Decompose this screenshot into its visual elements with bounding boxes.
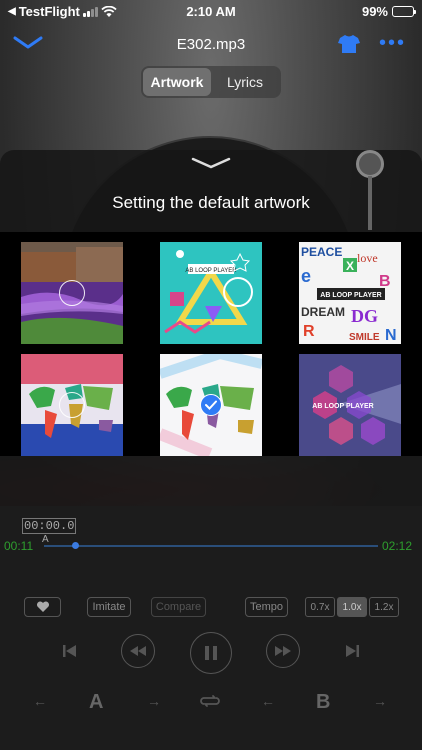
speed-option[interactable]: 1.2x <box>369 597 399 617</box>
svg-text:X: X <box>346 259 354 273</box>
artwork-world-map-dots[interactable] <box>21 354 123 456</box>
tonearm-pivot <box>356 150 384 178</box>
b-point-button[interactable]: B <box>316 691 330 714</box>
svg-text:N: N <box>385 327 397 344</box>
letters-word-peace: PEACE <box>301 245 342 259</box>
artwork-world-map-pastel[interactable] <box>160 354 262 456</box>
segmented-control: Artwork Lyrics <box>141 66 281 98</box>
ab-loop-logo-text: AB LOOP PLAYER <box>185 268 237 274</box>
svg-text:B: B <box>379 273 391 290</box>
loop-icon[interactable] <box>200 694 220 708</box>
speed-selector: 0.7x 1.0x 1.2x <box>305 597 399 617</box>
selected-checkmark-icon <box>200 394 222 416</box>
position-readout[interactable]: 00:00.0 <box>22 518 77 534</box>
svg-text:DG: DG <box>351 306 378 326</box>
b-left-arrow-icon[interactable]: ← <box>261 693 275 709</box>
pause-icon <box>205 646 217 660</box>
nav-bar: E302.mp3 ••• <box>0 28 422 62</box>
pause-button[interactable] <box>190 632 232 674</box>
duration-time: 02:12 <box>381 539 412 553</box>
svg-text:R: R <box>303 323 315 340</box>
rewind-icon <box>130 646 146 656</box>
progress-track[interactable] <box>44 545 378 547</box>
favorite-button[interactable] <box>24 597 61 617</box>
skip-forward-icon[interactable] <box>344 644 360 658</box>
tab-lyrics[interactable]: Lyrics <box>211 68 279 96</box>
fast-forward-icon <box>275 646 291 656</box>
artwork-sheet: Setting the default artwork AB LOOP PLAY… <box>0 150 422 506</box>
sheet-heading: Setting the default artwork <box>112 193 310 212</box>
tab-artwork[interactable]: Artwork <box>143 68 211 96</box>
heart-icon <box>36 601 49 612</box>
shirt-icon[interactable] <box>338 34 360 59</box>
status-bar: ◀ TestFlight 2:10 AM 99% <box>0 0 422 24</box>
rewind-button[interactable] <box>121 634 155 668</box>
svg-text:e: e <box>301 266 311 286</box>
battery-icon <box>392 6 416 17</box>
a-right-arrow-icon[interactable]: → <box>147 693 161 709</box>
letters-word-love: love <box>357 251 378 265</box>
sheet-dismiss-chevron-icon[interactable] <box>191 156 231 175</box>
transport-controls <box>0 632 422 674</box>
artwork-ab-loop-geometric[interactable]: AB LOOP PLAYER <box>160 242 262 344</box>
ab-loop-logo-text: AB LOOP PLAYER <box>320 292 381 299</box>
player-controls: 00:00.0 A 00:11 02:12 Imitate Compare Te… <box>0 506 422 750</box>
unselected-ring-icon <box>59 392 85 418</box>
battery-percent: 99% <box>361 4 388 19</box>
progress-knob[interactable] <box>72 542 79 549</box>
imitate-button[interactable]: Imitate <box>87 597 131 617</box>
option-buttons: Imitate Compare Tempo 0.7x 1.0x 1.2x <box>0 597 422 617</box>
skip-back-icon[interactable] <box>62 644 78 658</box>
elapsed-time: 00:11 <box>4 539 34 553</box>
tonearm <box>368 176 372 230</box>
artwork-lavender-field[interactable] <box>21 242 123 344</box>
a-left-arrow-icon[interactable]: ← <box>33 693 47 709</box>
letters-word-dream: DREAM <box>301 305 345 319</box>
tempo-button[interactable]: Tempo <box>245 597 288 617</box>
artwork-ab-loop-hexagons[interactable]: AB LOOP PLAYER <box>299 354 401 456</box>
unselected-ring-icon <box>59 280 85 306</box>
ab-loop-controls: ← A → ← B → <box>0 688 422 720</box>
artwork-grid: AB LOOP PLAYER PEACE love X e B AB LOOP … <box>0 232 422 456</box>
status-time: 2:10 AM <box>186 4 236 19</box>
letters-word-smile: SMILE <box>349 332 380 343</box>
a-point-button[interactable]: A <box>89 691 103 714</box>
speed-option-active[interactable]: 1.0x <box>337 597 367 617</box>
b-right-arrow-icon[interactable]: → <box>373 693 387 709</box>
compare-button[interactable]: Compare <box>151 597 206 617</box>
speed-option[interactable]: 0.7x <box>305 597 335 617</box>
fast-forward-button[interactable] <box>266 634 300 668</box>
ab-loop-logo-text: AB LOOP PLAYER <box>312 403 373 410</box>
status-right: 99% <box>361 4 416 19</box>
marker-a-label: A <box>42 534 49 545</box>
artwork-ab-loop-letters[interactable]: PEACE love X e B AB LOOP PLAYER DREAM DG… <box>299 242 401 344</box>
more-icon[interactable]: ••• <box>379 32 406 55</box>
